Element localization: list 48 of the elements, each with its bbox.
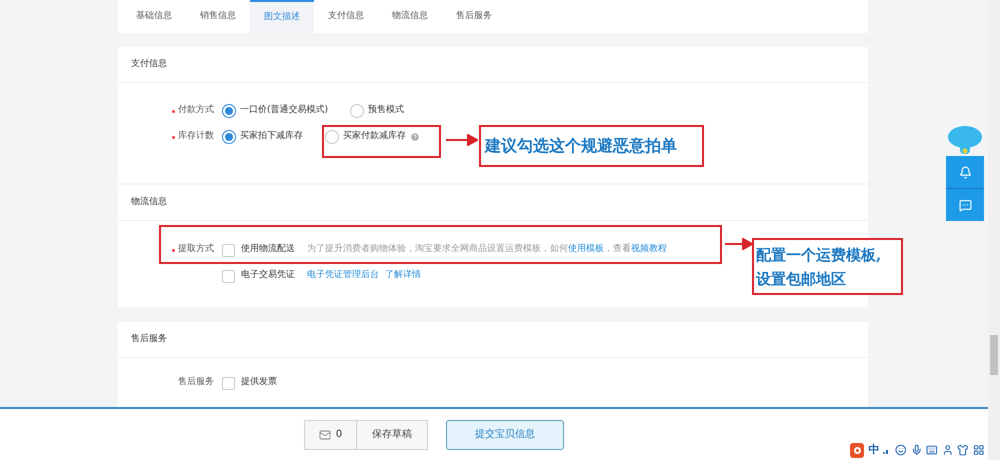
radio-button[interactable] xyxy=(222,104,236,118)
microphone-icon[interactable] xyxy=(910,444,922,456)
radio-button[interactable] xyxy=(350,104,364,118)
radio-button[interactable] xyxy=(325,130,339,144)
field-label: 售后服务 xyxy=(178,376,214,390)
link[interactable]: 电子凭证管理后台 xyxy=(307,269,379,283)
checkbox[interactable] xyxy=(222,270,235,282)
bell-icon xyxy=(958,166,972,178)
tab[interactable]: 支付信息 xyxy=(314,0,378,33)
field-label: 库存计数 xyxy=(178,130,214,144)
option-label: 买家付款减库存 xyxy=(343,130,406,144)
tab[interactable]: 物流信息 xyxy=(378,0,442,33)
callout-text: 设置包邮地区 xyxy=(756,268,847,290)
section-title: 物流信息 xyxy=(131,196,167,209)
shirt-icon[interactable] xyxy=(957,444,969,456)
input-mode[interactable]: 中 xyxy=(868,442,880,458)
option-label: 使用物流配送 xyxy=(241,243,295,256)
help-icon[interactable] xyxy=(410,132,420,142)
callout-text: 配置一个运费模板, xyxy=(756,244,882,266)
tab[interactable]: 销售信息 xyxy=(186,0,250,33)
save-draft-button[interactable]: 保存草稿 xyxy=(357,420,428,450)
link[interactable]: 视频教程 xyxy=(631,244,667,254)
checkbox[interactable] xyxy=(222,376,235,390)
option-label: 预售模式 xyxy=(368,104,404,118)
field-label: 付款方式 xyxy=(178,104,214,118)
option-label: 提供发票 xyxy=(241,376,277,390)
link[interactable]: 了解详情 xyxy=(385,269,421,283)
chat-icon xyxy=(958,198,972,212)
option-label: 买家拍下减库存 xyxy=(240,130,303,144)
message-button[interactable]: 0 xyxy=(304,420,357,450)
tab[interactable]: 基础信息 xyxy=(122,0,186,33)
checkbox[interactable] xyxy=(222,244,235,256)
callout-text: 建议勾选这个规避恶意拍单 xyxy=(485,135,678,157)
section-title: 支付信息 xyxy=(131,58,167,71)
field-label: 提取方式 xyxy=(178,243,214,256)
user-icon[interactable] xyxy=(942,444,954,456)
emoji-icon[interactable] xyxy=(895,444,907,456)
section-title: 售后服务 xyxy=(131,332,167,346)
hint-text: 为了提升消费者购物体验，淘宝要求全网商品设置运费模板，如何使用模板，查看视频教程 xyxy=(307,243,667,256)
mail-icon xyxy=(318,428,331,440)
tab[interactable]: 售后服务 xyxy=(442,0,506,33)
radio-button[interactable] xyxy=(222,130,236,144)
grid-icon[interactable] xyxy=(972,444,984,456)
link[interactable]: 使用模板 xyxy=(568,244,604,254)
keyboard-icon[interactable] xyxy=(926,444,938,456)
option-label: 电子交易凭证 xyxy=(241,269,295,282)
submit-button[interactable]: 提交宝贝信息 xyxy=(446,420,564,450)
option-label: 一口价(普通交易模式) xyxy=(240,104,328,118)
